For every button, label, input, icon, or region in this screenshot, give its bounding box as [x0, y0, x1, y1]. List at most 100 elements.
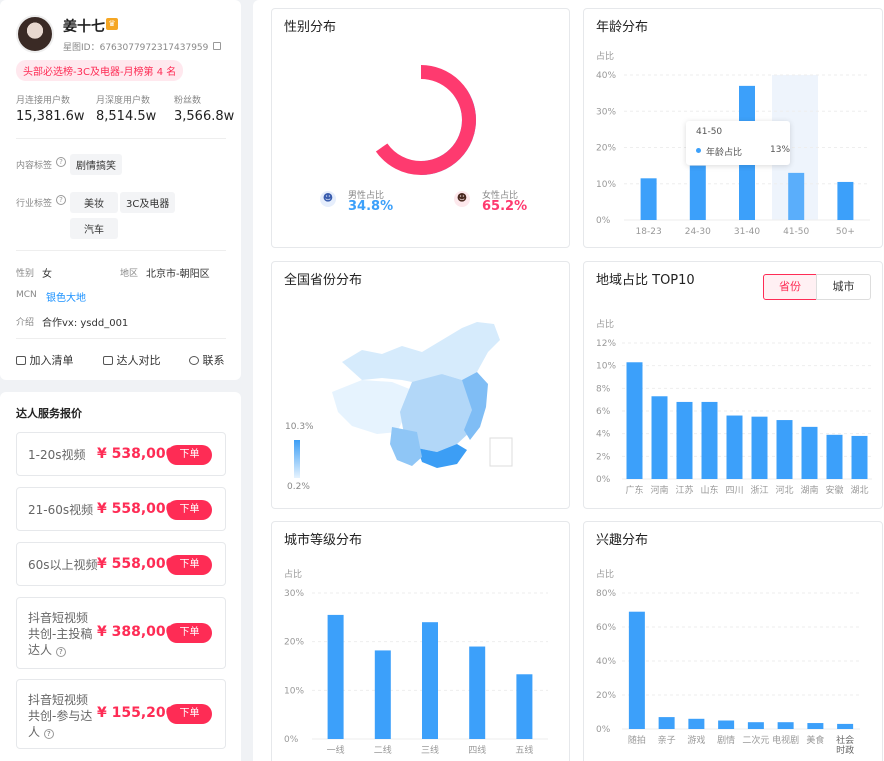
bar[interactable]: [751, 416, 768, 479]
price-item: 抖音短视频 共创-主投稿 达人 ? ¥ 388,000 下单: [16, 597, 226, 669]
y-tick-label: 2%: [596, 452, 611, 462]
divider: [16, 138, 226, 139]
y-tick-label: 10%: [596, 180, 616, 190]
price-item-line: 共创-主投稿: [28, 627, 93, 641]
copy-icon[interactable]: [213, 42, 222, 50]
bar[interactable]: [628, 611, 645, 729]
avatar[interactable]: [16, 15, 54, 53]
citylevel-chart: 占比 0% 10% 20% 30% 一线 二线 三线 四线 五线: [284, 568, 548, 756]
china-map[interactable]: [272, 262, 569, 508]
bar[interactable]: [826, 434, 843, 479]
bar[interactable]: [688, 718, 705, 729]
male-icon: ☻: [320, 191, 336, 207]
bar[interactable]: [689, 165, 706, 220]
x-tick-label: 山东: [700, 484, 718, 496]
stat-deep-value: 8,514.5w: [96, 109, 157, 124]
contact-button[interactable]: 联系: [189, 352, 225, 368]
bar[interactable]: [626, 362, 643, 479]
order-button[interactable]: 下单: [167, 704, 212, 724]
y-tick-label: 12%: [596, 339, 616, 349]
bar[interactable]: [516, 674, 533, 739]
y-tick-label: 10%: [284, 686, 304, 696]
bar[interactable]: [777, 722, 794, 729]
stat-deep-label: 月深度用户数: [96, 96, 151, 106]
x-tick-label: 游戏: [687, 734, 705, 746]
bar[interactable]: [651, 396, 668, 479]
contact-label: 联系: [202, 354, 225, 367]
citylevel-panel: 城市等级分布 占比 0% 10% 20% 30% 一线 二线 三线 四线 五线: [271, 521, 570, 761]
help-icon[interactable]: ?: [56, 195, 66, 205]
region-label: 地区: [120, 269, 139, 279]
x-tick-label: 50+: [836, 227, 855, 237]
y-axis-label: 占比: [596, 318, 614, 330]
tooltip-series: 年龄占比: [706, 148, 743, 158]
compare-button[interactable]: 达人对比: [103, 352, 161, 368]
price-item-line: 共创-参与达: [28, 709, 93, 723]
bar[interactable]: [701, 401, 718, 479]
price-item-value: ¥ 538,000: [97, 446, 176, 462]
price-item-name: 抖音短视频 共创-主投稿 达人 ?: [28, 610, 92, 658]
price-item-line: 达人 ?: [28, 642, 92, 658]
bar[interactable]: [801, 426, 818, 479]
help-icon[interactable]: ?: [43, 729, 54, 739]
interest-chart: 占比 0% 20% 40% 60% 80% 随拍 亲子 游戏 剧情 二次元 电视剧 美食 社会时政: [596, 568, 860, 756]
y-tick-label: 30%: [284, 589, 304, 599]
map-legend-min: 0.2%: [287, 482, 310, 492]
y-axis-label: 占比: [284, 568, 302, 580]
help-icon[interactable]: ?: [55, 647, 66, 657]
order-button[interactable]: 下单: [167, 445, 212, 465]
list-icon: [16, 356, 26, 365]
bar[interactable]: [726, 415, 743, 479]
gender-panel: 性别分布 ☻ 男性占比 34.8% ☻ 女性占比 65.2%: [271, 8, 570, 248]
x-tick-label: 24-30: [685, 227, 711, 237]
x-tick-label: 广东: [625, 484, 643, 496]
price-item-line: 抖音短视频: [28, 693, 89, 707]
price-item-value: ¥ 388,000: [97, 624, 176, 640]
profile-card: 姜十七 ♛ 星图ID：6763077972317437959 头部必选榜-3C及…: [0, 0, 241, 380]
bar[interactable]: [658, 717, 675, 729]
industry-tag: 3C及电器: [120, 192, 176, 213]
add-to-list-button[interactable]: 加入清单: [16, 352, 74, 368]
x-tick-label: 一线: [327, 744, 345, 756]
price-item-line-text: 达人: [28, 643, 53, 657]
price-item: 60s以上视频 ¥ 558,000 下单: [16, 542, 226, 586]
bar[interactable]: [837, 181, 854, 220]
help-icon[interactable]: ?: [56, 157, 66, 167]
bar[interactable]: [851, 435, 868, 479]
y-tick-label: 20%: [284, 638, 304, 648]
x-tick-label: 湖北: [850, 485, 868, 496]
y-tick-label: 10%: [596, 362, 616, 372]
bar[interactable]: [776, 420, 793, 479]
order-button[interactable]: 下单: [167, 500, 212, 520]
bar[interactable]: [640, 178, 657, 220]
bar[interactable]: [422, 622, 438, 739]
y-tick-label: 40%: [596, 657, 616, 667]
industry-tag: 汽车: [70, 218, 118, 239]
x-tick-label: 四川: [725, 486, 743, 496]
x-tick-label: 电视剧: [772, 734, 799, 746]
bar[interactable]: [718, 720, 735, 730]
y-tick-label: 4%: [596, 430, 611, 440]
order-button[interactable]: 下单: [167, 623, 212, 643]
bar[interactable]: [788, 172, 805, 220]
bar[interactable]: [747, 722, 764, 729]
bar[interactable]: [469, 646, 486, 739]
female-slice[interactable]: [366, 65, 476, 175]
x-tick-label: 安徽: [825, 484, 843, 496]
bar[interactable]: [327, 614, 344, 739]
bar[interactable]: [374, 650, 391, 739]
compare-icon: [103, 356, 113, 365]
bar[interactable]: [837, 723, 854, 729]
price-item-name: 60s以上视频: [28, 558, 98, 572]
region-chart: 占比 0% 2% 4% 6% 8% 10% 12% 广东 河南 江苏 山东 四川 浙江 河北 湖南 安徽 湖北: [596, 318, 872, 496]
order-button[interactable]: 下单: [167, 555, 212, 575]
bar[interactable]: [676, 401, 693, 479]
mcn-link[interactable]: 银色大地: [46, 289, 86, 304]
stat-connect-label: 月连接用户数: [16, 96, 71, 106]
gender-value: 女: [42, 269, 52, 280]
female-value: 65.2%: [482, 199, 528, 214]
interest-panel: 兴趣分布 占比 0% 20% 40% 60% 80% 随拍 亲子 游戏 剧情 二次元 电视剧 美食 社会时…: [583, 521, 883, 761]
bar[interactable]: [807, 723, 824, 729]
x-tick-label: 五线: [515, 744, 533, 756]
rank-badge[interactable]: 头部必选榜-3C及电器-月榜第 4 名: [16, 60, 184, 81]
